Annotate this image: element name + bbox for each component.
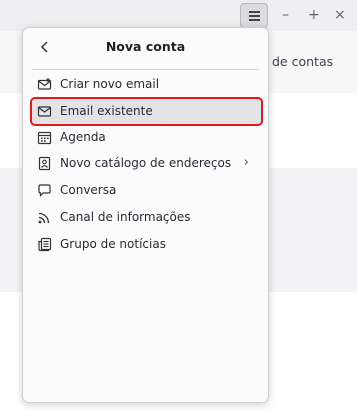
menu-item-newsgroup[interactable]: Grupo de notícias xyxy=(32,232,261,257)
menu-item-calendar[interactable]: Agenda xyxy=(32,125,261,150)
hamburger-icon-line xyxy=(249,15,260,17)
menu-item-label: Conversa xyxy=(60,183,117,197)
address-book-icon xyxy=(38,156,51,171)
menu-item-chat[interactable]: Conversa xyxy=(32,178,261,203)
menu-item-new-address-book[interactable]: Novo catálogo de endereços › xyxy=(32,151,261,176)
menu-item-label: Email existente xyxy=(60,104,153,118)
close-button[interactable]: × xyxy=(334,6,346,24)
mail-icon xyxy=(37,106,52,117)
menu-item-label: Agenda xyxy=(60,130,106,144)
menu-item-existing-email[interactable]: Email existente xyxy=(30,97,263,126)
minimize-button[interactable]: – xyxy=(282,6,289,24)
chevron-right-icon: › xyxy=(243,155,249,170)
menu-item-new-email[interactable]: Criar novo email xyxy=(32,72,261,97)
menu-item-label: Canal de informações xyxy=(60,210,191,224)
rss-icon xyxy=(38,212,50,224)
hamburger-icon-line xyxy=(249,11,260,13)
calendar-icon xyxy=(37,131,52,145)
maximize-button[interactable]: + xyxy=(308,6,320,24)
panel-title: Nova conta xyxy=(105,39,186,54)
menu-item-feeds[interactable]: Canal de informações xyxy=(32,205,261,230)
panel-header: Nova conta xyxy=(23,28,268,67)
menu-item-label: Criar novo email xyxy=(60,77,160,91)
chat-icon xyxy=(38,184,51,197)
app-menu-button[interactable] xyxy=(240,3,268,28)
mail-icon xyxy=(37,78,52,90)
header-divider xyxy=(32,69,259,70)
newsgroup-icon xyxy=(38,237,52,252)
new-account-panel: Nova conta Criar novo email Email existe… xyxy=(22,27,269,403)
account-settings-link[interactable]: de contas xyxy=(272,54,333,69)
menu-item-label: Grupo de notícias xyxy=(60,237,166,251)
menu-item-label: Novo catálogo de endereços xyxy=(60,156,232,170)
hamburger-icon-line xyxy=(249,19,260,21)
